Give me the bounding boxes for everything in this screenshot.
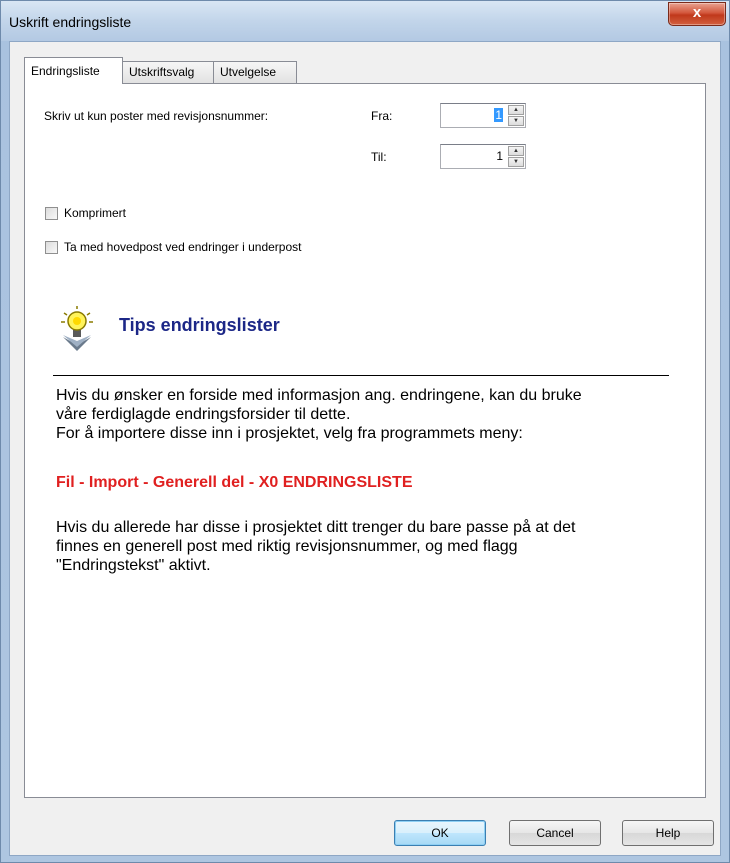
from-value[interactable]: 1 xyxy=(494,108,503,122)
to-down-arrow-icon[interactable]: ▼ xyxy=(508,157,524,167)
tips-line: "Endringstekst" aktivt. xyxy=(56,557,211,574)
include-main-post-checkbox[interactable] xyxy=(45,241,58,254)
tab-utskriftsvalg[interactable]: Utskriftsvalg xyxy=(122,61,214,83)
tips-paragraph-1: Hvis du ønsker en forside med informasjo… xyxy=(56,386,582,443)
tab-label: Endringsliste xyxy=(31,64,100,78)
to-value[interactable]: 1 xyxy=(496,149,503,163)
tab-utvelgelse[interactable]: Utvelgelse xyxy=(213,61,297,83)
help-button-label: Help xyxy=(655,826,681,840)
from-down-arrow-icon[interactable]: ▼ xyxy=(508,116,524,126)
from-spin-buttons: ▲ ▼ xyxy=(508,105,524,126)
menu-path-text: Fil - Import - Generell del - X0 ENDRING… xyxy=(56,474,413,491)
from-up-arrow-icon[interactable]: ▲ xyxy=(508,105,524,115)
from-label: Fra: xyxy=(371,109,393,123)
tips-title: Tips endringslister xyxy=(119,315,280,335)
window-title: Uskrift endringsliste xyxy=(9,14,132,30)
ok-button-label: OK xyxy=(431,826,449,840)
tips-divider xyxy=(53,375,669,376)
from-spinner[interactable]: 1 ▲ ▼ xyxy=(440,103,526,128)
compressed-checkbox[interactable] xyxy=(45,207,58,220)
revision-label: Skriv ut kun poster med revisjonsnummer: xyxy=(44,109,269,123)
tab-label: Utskriftsvalg xyxy=(129,65,195,79)
title-bar[interactable]: Uskrift endringsliste x xyxy=(1,1,729,41)
include-main-post-label[interactable]: Ta med hovedpost ved endringer i underpo… xyxy=(64,240,302,254)
ok-button[interactable]: OK xyxy=(394,820,486,846)
tab-label: Utvelgelse xyxy=(220,65,277,79)
to-label: Til: xyxy=(371,150,387,164)
help-button[interactable]: Help xyxy=(622,820,714,846)
close-button[interactable]: x xyxy=(668,2,726,26)
compressed-label[interactable]: Komprimert xyxy=(64,206,126,220)
cancel-button[interactable]: Cancel xyxy=(509,820,601,846)
cancel-button-label: Cancel xyxy=(536,826,574,840)
to-up-arrow-icon[interactable]: ▲ xyxy=(508,146,524,156)
tips-line: Hvis du ønsker en forside med informasjo… xyxy=(56,387,582,404)
tips-line: finnes en generell post med riktig revis… xyxy=(56,538,518,555)
tips-line: For å importere disse inn i prosjektet, … xyxy=(56,425,523,442)
tips-paragraph-2: Hvis du allerede har disse i prosjektet … xyxy=(56,518,575,575)
close-icon: x xyxy=(692,4,702,21)
lightbulb-icon xyxy=(61,306,93,351)
tips-line: Hvis du allerede har disse i prosjektet … xyxy=(56,519,576,536)
to-spin-buttons: ▲ ▼ xyxy=(508,146,524,167)
tab-endringsliste[interactable]: Endringsliste xyxy=(24,57,123,84)
to-spinner[interactable]: 1 ▲ ▼ xyxy=(440,144,526,169)
tips-line: våre ferdiglagde endringsforsider til de… xyxy=(56,406,351,423)
